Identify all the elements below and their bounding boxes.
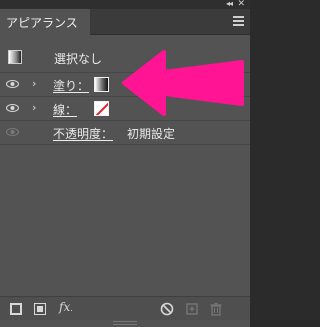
trash-icon[interactable] — [209, 302, 223, 316]
duplicate-icon[interactable] — [185, 302, 199, 316]
square-outline-icon[interactable] — [9, 302, 23, 316]
selection-thumbnail — [8, 50, 22, 64]
tab-appearance[interactable]: アピアランス — [0, 9, 90, 35]
close-x-icon[interactable]: ✕ — [237, 0, 245, 9]
stroke-label[interactable]: 線： — [53, 101, 77, 118]
stroke-none-slash-icon — [95, 102, 108, 115]
panel-tab-bar: アピアランス — [0, 9, 250, 35]
row-divider — [0, 144, 250, 145]
no-entry-icon[interactable] — [160, 302, 174, 316]
chevron-right-icon[interactable]: › — [32, 77, 36, 90]
resize-grip[interactable] — [113, 321, 137, 325]
opacity-value: 初期設定 — [127, 127, 176, 141]
opacity-label[interactable]: 不透明度： — [53, 125, 113, 142]
annotation-arrow — [122, 50, 244, 116]
panel-footer: fx. — [0, 296, 250, 320]
panel-title-strip: ◂◂ ✕ — [0, 0, 250, 9]
opacity-row[interactable]: 不透明度： 初期設定 — [0, 121, 250, 144]
double-chevron-left-icon[interactable]: ◂◂ — [226, 0, 233, 8]
eye-icon[interactable] — [6, 80, 19, 88]
eye-icon[interactable] — [6, 128, 19, 136]
chevron-right-icon[interactable]: › — [32, 101, 36, 114]
appearance-panel: ◂◂ ✕ アピアランス 選択なし › 塗り： › 線： 不透明度： 初期設定 f… — [0, 0, 250, 327]
stroke-swatch[interactable] — [94, 101, 109, 116]
fill-label[interactable]: 塗り： — [53, 77, 89, 94]
filled-square-icon[interactable] — [33, 302, 47, 316]
add-new-effect-button[interactable]: fx. — [59, 300, 73, 314]
fill-swatch[interactable] — [94, 77, 109, 92]
eye-icon[interactable] — [6, 104, 19, 112]
hamburger-menu-icon[interactable] — [233, 16, 244, 26]
selection-label: 選択なし — [54, 52, 103, 66]
